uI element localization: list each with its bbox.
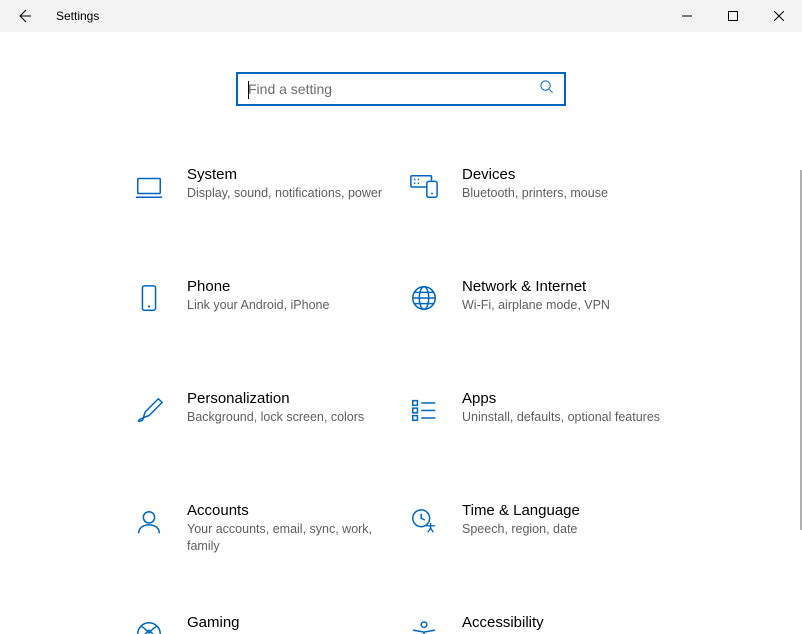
- search-input[interactable]: [248, 81, 539, 97]
- xbox-icon: [131, 616, 167, 634]
- maximize-icon: [728, 11, 738, 21]
- text-cursor: [248, 81, 249, 99]
- tile-text: System Display, sound, notifications, po…: [187, 166, 396, 202]
- tile-title: Gaming: [187, 614, 386, 631]
- tile-text: Devices Bluetooth, printers, mouse: [462, 166, 671, 202]
- tile-title: Network & Internet: [462, 278, 661, 295]
- tile-text: Time & Language Speech, region, date: [462, 502, 671, 538]
- tile-apps[interactable]: Apps Uninstall, defaults, optional featu…: [406, 390, 671, 444]
- tile-text: Accounts Your accounts, email, sync, wor…: [187, 502, 396, 555]
- tile-title: Personalization: [187, 390, 386, 407]
- tile-title: Accessibility: [462, 614, 661, 631]
- tile-desc: Link your Android, iPhone: [187, 297, 386, 314]
- content-area: System Display, sound, notifications, po…: [0, 32, 802, 634]
- tile-phone[interactable]: Phone Link your Android, iPhone: [131, 278, 396, 332]
- tile-desc: Your accounts, email, sync, work, family: [187, 521, 386, 555]
- tile-title: System: [187, 166, 386, 183]
- window-title: Settings: [56, 9, 99, 23]
- maximize-button[interactable]: [710, 0, 756, 32]
- tile-desc: Display, sound, notifications, power: [187, 185, 386, 202]
- tile-text: Network & Internet Wi-Fi, airplane mode,…: [462, 278, 671, 314]
- tile-title: Accounts: [187, 502, 386, 519]
- minimize-icon: [682, 11, 692, 21]
- titlebar: Settings: [0, 0, 802, 32]
- globe-icon: [406, 280, 442, 316]
- tile-accounts[interactable]: Accounts Your accounts, email, sync, wor…: [131, 502, 396, 556]
- back-button[interactable]: [8, 0, 40, 32]
- tile-desc: Wi-Fi, airplane mode, VPN: [462, 297, 661, 314]
- accessibility-icon: [406, 616, 442, 634]
- system-icon: [131, 168, 167, 204]
- tile-accessibility[interactable]: Accessibility Narrator, magnifier, high: [406, 614, 671, 634]
- settings-grid: System Display, sound, notifications, po…: [131, 166, 671, 634]
- tile-time-language[interactable]: Time & Language Speech, region, date: [406, 502, 671, 556]
- minimize-button[interactable]: [664, 0, 710, 32]
- accounts-icon: [131, 504, 167, 540]
- tile-desc: Background, lock screen, colors: [187, 409, 386, 426]
- tile-text: Gaming Xbox Game Bar, captures, Game: [187, 614, 396, 634]
- back-arrow-icon: [16, 8, 32, 24]
- titlebar-left: Settings: [0, 0, 99, 32]
- tile-system[interactable]: System Display, sound, notifications, po…: [131, 166, 396, 220]
- tile-text: Personalization Background, lock screen,…: [187, 390, 396, 426]
- tile-text: Apps Uninstall, defaults, optional featu…: [462, 390, 671, 426]
- close-icon: [774, 11, 784, 21]
- tile-desc: Bluetooth, printers, mouse: [462, 185, 661, 202]
- devices-icon: [406, 168, 442, 204]
- close-button[interactable]: [756, 0, 802, 32]
- window-controls: [664, 0, 802, 32]
- tile-text: Phone Link your Android, iPhone: [187, 278, 396, 314]
- phone-icon: [131, 280, 167, 316]
- search-container: [0, 72, 802, 106]
- tile-desc: Speech, region, date: [462, 521, 661, 538]
- search-icon: [539, 79, 554, 99]
- paintbrush-icon: [131, 392, 167, 428]
- tile-text: Accessibility Narrator, magnifier, high: [462, 614, 671, 634]
- tile-personalization[interactable]: Personalization Background, lock screen,…: [131, 390, 396, 444]
- tile-devices[interactable]: Devices Bluetooth, printers, mouse: [406, 166, 671, 220]
- apps-list-icon: [406, 392, 442, 428]
- tile-title: Devices: [462, 166, 661, 183]
- tile-title: Phone: [187, 278, 386, 295]
- tile-network[interactable]: Network & Internet Wi-Fi, airplane mode,…: [406, 278, 671, 332]
- tile-title: Time & Language: [462, 502, 661, 519]
- tile-desc: Uninstall, defaults, optional features: [462, 409, 661, 426]
- tile-gaming[interactable]: Gaming Xbox Game Bar, captures, Game: [131, 614, 396, 634]
- search-box[interactable]: [236, 72, 566, 106]
- time-language-icon: [406, 504, 442, 540]
- tile-title: Apps: [462, 390, 661, 407]
